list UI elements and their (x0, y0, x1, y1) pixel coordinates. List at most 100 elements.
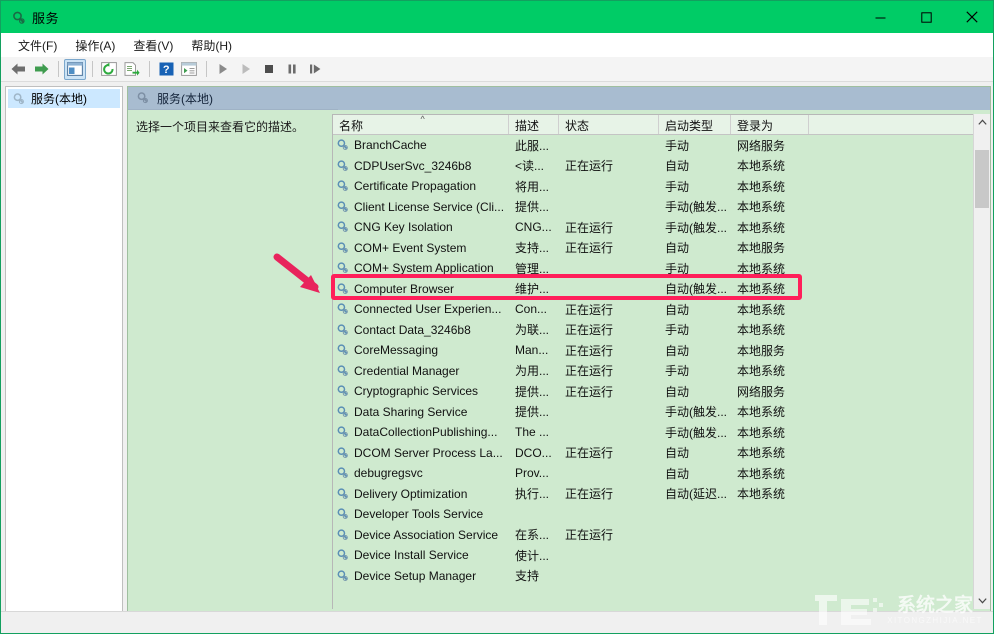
cell-log-on-as: 网络服务 (731, 137, 809, 154)
table-row[interactable]: Cryptographic Services提供...正在运行自动网络服务 (333, 381, 974, 402)
window-title: 服务 (32, 8, 59, 27)
console-tree-pane: 服务(本地) (5, 86, 123, 612)
scrollbar-thumb[interactable] (975, 150, 989, 208)
cell-service-name: CoreMessaging (333, 343, 509, 357)
cell-description: 支持 (509, 567, 559, 584)
table-row[interactable]: COM+ System Application管理...手动本地系统 (333, 258, 974, 279)
table-row[interactable]: Delivery Optimization执行...正在运行自动(延迟...本地… (333, 484, 974, 505)
service-gear-icon (336, 261, 350, 275)
cell-service-name: DCOM Server Process La... (333, 446, 509, 460)
menu-action[interactable]: 操作(A) (66, 35, 124, 56)
cell-description: The ... (509, 425, 559, 439)
table-row[interactable]: Credential Manager为用...正在运行手动本地系统 (333, 361, 974, 382)
cell-description: 为联... (509, 321, 559, 338)
table-row[interactable]: COM+ Event System支持...正在运行自动本地服务 (333, 238, 974, 259)
table-row[interactable]: CoreMessagingMan...正在运行自动本地服务 (333, 340, 974, 361)
cell-log-on-as: 本地系统 (731, 321, 809, 338)
show-hide-tree-icon[interactable] (64, 59, 86, 80)
table-row[interactable]: Certificate Propagation将用...手动本地系统 (333, 176, 974, 197)
tree-item-services-local[interactable]: 服务(本地) (8, 89, 120, 108)
properties-icon[interactable] (178, 59, 200, 80)
cell-log-on-as: 本地服务 (731, 342, 809, 359)
cell-description: 提供... (509, 383, 559, 400)
maximize-button[interactable] (903, 1, 949, 33)
table-body: BranchCache此服...手动网络服务CDPUserSvc_3246b8<… (333, 135, 974, 609)
resume-service-icon[interactable] (235, 59, 257, 80)
toolbar: ? (1, 57, 994, 82)
services-icon (12, 92, 26, 106)
menu-bar: 文件(F) 操作(A) 查看(V) 帮助(H) (1, 33, 994, 57)
table-row[interactable]: BranchCache此服...手动网络服务 (333, 135, 974, 156)
cell-description: 提供... (509, 403, 559, 420)
cell-description: <读... (509, 157, 559, 174)
menu-file[interactable]: 文件(F) (9, 35, 66, 56)
column-header-log-on-as[interactable]: 登录为 (731, 115, 809, 134)
cell-startup-type: 自动 (659, 157, 731, 174)
table-row[interactable]: Data Sharing Service提供...手动(触发...本地系统 (333, 402, 974, 423)
column-header-filler (809, 115, 955, 134)
cell-status: 正在运行 (559, 526, 659, 543)
close-button[interactable] (949, 1, 994, 33)
back-arrow-icon[interactable] (7, 59, 29, 80)
table-row[interactable]: Connected User Experien...Con...正在运行自动本地… (333, 299, 974, 320)
separator-3 (149, 61, 150, 77)
cell-log-on-as: 本地系统 (731, 362, 809, 379)
forward-arrow-icon[interactable] (30, 59, 52, 80)
cell-service-name: Cryptographic Services (333, 384, 509, 398)
cell-description: 管理... (509, 260, 559, 277)
cell-status: 正在运行 (559, 301, 659, 318)
table-row[interactable]: CNG Key IsolationCNG...正在运行手动(触发...本地系统 (333, 217, 974, 238)
cell-service-name: Delivery Optimization (333, 487, 509, 501)
table-row[interactable]: Device Install Service使计... (333, 545, 974, 566)
cell-startup-type: 手动(触发... (659, 219, 731, 236)
cell-startup-type: 手动 (659, 260, 731, 277)
column-header-name[interactable]: 名称 ^ (333, 115, 509, 134)
cell-status: 正在运行 (559, 239, 659, 256)
cell-service-name: DataCollectionPublishing... (333, 425, 509, 439)
cell-log-on-as: 本地系统 (731, 444, 809, 461)
table-row[interactable]: debugregsvcProv...自动本地系统 (333, 463, 974, 484)
table-row[interactable]: Computer Browser维护...自动(触发...本地系统 (333, 279, 974, 300)
table-row[interactable]: DataCollectionPublishing...The ... 手动(触发.… (333, 422, 974, 443)
cell-log-on-as: 本地系统 (731, 301, 809, 318)
column-header-status[interactable]: 状态 (559, 115, 659, 134)
minimize-button[interactable] (857, 1, 903, 33)
cell-service-name: Data Sharing Service (333, 405, 509, 419)
cell-log-on-as: 本地系统 (731, 198, 809, 215)
table-row[interactable]: Device Setup Manager支持 (333, 566, 974, 587)
column-header-startup-type[interactable]: 启动类型 (659, 115, 731, 134)
table-row[interactable]: Device Association Service在系...正在运行 (333, 525, 974, 546)
cell-startup-type: 手动(触发... (659, 424, 731, 441)
refresh-icon[interactable] (98, 59, 120, 80)
pane-header: 服务(本地) (128, 87, 338, 110)
vertical-scrollbar[interactable] (973, 114, 990, 609)
cell-service-name: Contact Data_3246b8 (333, 323, 509, 337)
table-row[interactable]: Client License Service (Cli...提供...手动(触发… (333, 197, 974, 218)
start-service-icon[interactable] (212, 59, 234, 80)
service-description-placeholder: 选择一个项目来查看它的描述。 (128, 110, 328, 135)
scroll-up-button[interactable] (974, 114, 990, 131)
table-row[interactable]: Contact Data_3246b8为联...正在运行手动本地系统 (333, 320, 974, 341)
help-icon[interactable]: ? (155, 59, 177, 80)
stop-service-icon[interactable] (258, 59, 280, 80)
restart-service-icon[interactable] (304, 59, 326, 80)
pause-service-icon[interactable] (281, 59, 303, 80)
scroll-down-button[interactable] (974, 592, 990, 609)
menu-help[interactable]: 帮助(H) (182, 35, 241, 56)
cell-startup-type: 自动 (659, 465, 731, 482)
table-row[interactable]: CDPUserSvc_3246b8<读...正在运行自动本地系统 (333, 156, 974, 177)
export-list-icon[interactable] (121, 59, 143, 80)
table-row[interactable]: Developer Tools Service (333, 504, 974, 525)
service-gear-icon (336, 528, 350, 542)
service-gear-icon (336, 384, 350, 398)
cell-status: 正在运行 (559, 321, 659, 338)
table-row[interactable]: DCOM Server Process La...DCO...正在运行自动本地系… (333, 443, 974, 464)
service-description-area: 选择一个项目来查看它的描述。 (128, 110, 328, 612)
cell-startup-type: 自动 (659, 239, 731, 256)
pane-header-label: 服务(本地) (157, 90, 213, 107)
column-header-description[interactable]: 描述 (509, 115, 559, 134)
separator-1 (58, 61, 59, 77)
cell-startup-type: 自动(触发... (659, 280, 731, 297)
menu-view[interactable]: 查看(V) (124, 35, 182, 56)
separator-2 (92, 61, 93, 77)
